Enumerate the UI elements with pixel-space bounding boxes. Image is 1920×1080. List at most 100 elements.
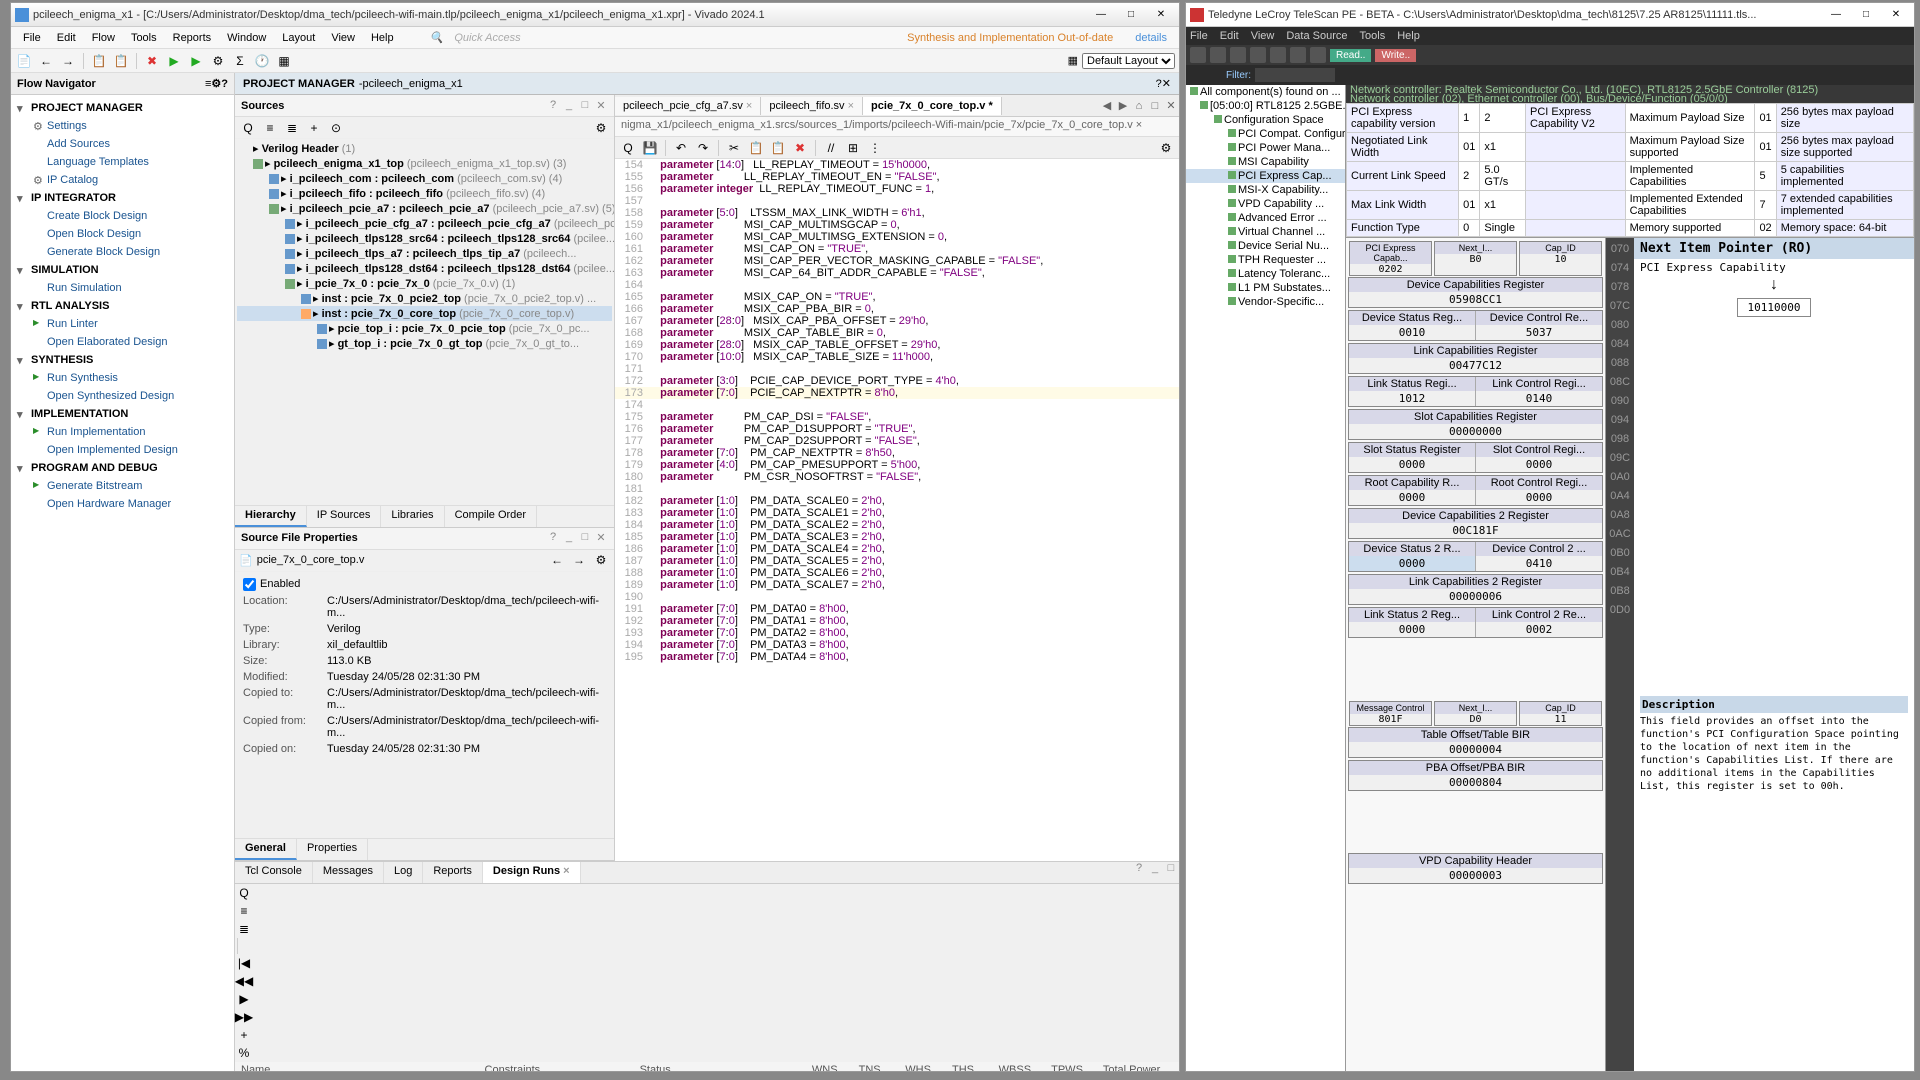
- code-line[interactable]: 171: [615, 363, 1179, 375]
- ts-tool1-icon[interactable]: [1190, 47, 1206, 63]
- code-line[interactable]: 157: [615, 195, 1179, 207]
- code-line[interactable]: 163 parameter MSI_CAP_64_BIT_ADDR_CAPABL…: [615, 267, 1179, 279]
- editor-tab[interactable]: pcie_7x_0_core_top.v *: [863, 97, 1002, 115]
- menu-edit[interactable]: Edit: [49, 30, 84, 46]
- code-line[interactable]: 164: [615, 279, 1179, 291]
- menu-layout[interactable]: Layout: [274, 30, 323, 46]
- run-filter-icon[interactable]: ≡: [235, 902, 253, 920]
- ts-tool6-icon[interactable]: [1290, 47, 1306, 63]
- flownav-item[interactable]: Run Synthesis: [11, 369, 234, 387]
- register-column[interactable]: PCI Express Capab...0202Next_I...B0Cap_I…: [1346, 238, 1606, 1071]
- flownav-item[interactable]: Generate Block Design: [11, 243, 234, 261]
- register-pair[interactable]: Device Status 2 R...0000Device Control 2…: [1348, 541, 1603, 572]
- expand-icon[interactable]: ⊙: [327, 119, 345, 137]
- ts-menu-tools[interactable]: Tools: [1360, 30, 1386, 42]
- sources-close-icon[interactable]: ✕: [594, 99, 608, 113]
- new-icon[interactable]: 📄: [15, 52, 33, 70]
- run-play-icon[interactable]: ▶: [235, 990, 253, 1008]
- ts-tree-node[interactable]: Configuration Space: [1186, 113, 1345, 127]
- ts-list-icon[interactable]: [1208, 68, 1222, 82]
- flownav-section[interactable]: RTL ANALYSIS: [11, 297, 234, 315]
- ts-tree-node[interactable]: Vendor-Specific...: [1186, 295, 1345, 309]
- run-next-icon[interactable]: ▶▶: [235, 1008, 253, 1026]
- register-cell[interactable]: Next_I...D0: [1434, 701, 1517, 726]
- register-cell[interactable]: Next_I...B0: [1434, 241, 1517, 276]
- source-node[interactable]: ▸ inst : pcie_7x_0_pcie2_top (pcie_7x_0_…: [237, 291, 612, 306]
- ts-tree-node[interactable]: Virtual Channel ...: [1186, 225, 1345, 239]
- code-line[interactable]: 175 parameter PM_CAP_DSI = "FALSE",: [615, 411, 1179, 423]
- bottom-tab[interactable]: Messages: [313, 862, 384, 883]
- source-node[interactable]: ▸ i_pcileech_tlps_a7 : pcileech_tlps_tip…: [237, 246, 612, 261]
- run-first-icon[interactable]: |◀: [235, 954, 253, 972]
- code-line[interactable]: 193 parameter [7:0] PM_DATA2 = 8'h00,: [615, 627, 1179, 639]
- ts-menu-view[interactable]: View: [1251, 30, 1275, 42]
- ts-tree-node[interactable]: [05:00:0] RTL8125 2.5GBE...: [1186, 99, 1345, 113]
- ts-tree-node[interactable]: Advanced Error ...: [1186, 211, 1345, 225]
- ts-tree-node[interactable]: MSI Capability: [1186, 155, 1345, 169]
- ts-refresh-icon[interactable]: [1310, 47, 1326, 63]
- register-cell[interactable]: PCI Express Capab...0202: [1349, 241, 1432, 276]
- ts-tree-node[interactable]: Latency Toleranc...: [1186, 267, 1345, 281]
- code-line[interactable]: 165 parameter MSIX_CAP_ON = "TRUE",: [615, 291, 1179, 303]
- ts-menu-datasource[interactable]: Data Source: [1286, 30, 1347, 42]
- flownav-section[interactable]: SIMULATION: [11, 261, 234, 279]
- code-line[interactable]: 161 parameter MSI_CAP_ON = "TRUE",: [615, 243, 1179, 255]
- code-line[interactable]: 160 parameter MSI_CAP_MULTIMSG_EXTENSION…: [615, 231, 1179, 243]
- code-line[interactable]: 194 parameter [7:0] PM_DATA3 = 8'h00,: [615, 639, 1179, 651]
- menu-view[interactable]: View: [323, 30, 363, 46]
- bottom-tab[interactable]: Reports: [423, 862, 483, 883]
- prev-icon[interactable]: ←: [548, 551, 566, 569]
- code-line[interactable]: 188 parameter [1:0] PM_DATA_SCALE6 = 2'h…: [615, 567, 1179, 579]
- flownav-gear-icon[interactable]: ⚙: [211, 77, 221, 90]
- flownav-item[interactable]: Open Hardware Manager: [11, 495, 234, 513]
- code-line[interactable]: 158 parameter [5:0] LTSSM_MAX_LINK_WIDTH…: [615, 207, 1179, 219]
- register-box[interactable]: Device Capabilities 2 Register00C181F: [1348, 508, 1603, 539]
- flownav-item[interactable]: Open Block Design: [11, 225, 234, 243]
- register-pair[interactable]: Slot Status Register0000Slot Control Reg…: [1348, 442, 1603, 473]
- menu-flow[interactable]: Flow: [84, 30, 123, 46]
- ed-close-icon[interactable]: ✕: [1163, 99, 1179, 112]
- paste-icon[interactable]: 📋: [112, 52, 130, 70]
- tab-general[interactable]: General: [235, 839, 297, 860]
- add-icon[interactable]: +: [305, 119, 323, 137]
- ts-tree-node[interactable]: TPH Requester ...: [1186, 253, 1345, 267]
- chip-icon[interactable]: ▦: [275, 52, 293, 70]
- code-line[interactable]: 167 parameter [28:0] MSIX_CAP_PBA_OFFSET…: [615, 315, 1179, 327]
- ed-save-icon[interactable]: 💾: [641, 139, 659, 157]
- code-line[interactable]: 183 parameter [1:0] PM_DATA_SCALE1 = 2'h…: [615, 507, 1179, 519]
- ts-tree-node[interactable]: VPD Capability ...: [1186, 197, 1345, 211]
- source-node[interactable]: ▸ pcie_top_i : pcie_7x_0_pcie_top (pcie_…: [237, 321, 612, 336]
- sigma-icon[interactable]: Σ: [231, 52, 249, 70]
- code-line[interactable]: 195 parameter [7:0] PM_DATA4 = 8'h00,: [615, 651, 1179, 663]
- editor-tab[interactable]: pcileech_fifo.sv ×: [761, 97, 863, 115]
- flownav-section[interactable]: IP INTEGRATOR: [11, 189, 234, 207]
- run-pct-icon[interactable]: %: [235, 1044, 253, 1062]
- enabled-checkbox[interactable]: [243, 578, 256, 591]
- code-line[interactable]: 172 parameter [3:0] PCIE_CAP_DEVICE_PORT…: [615, 375, 1179, 387]
- run-add-icon[interactable]: +: [235, 1026, 253, 1044]
- bottom-tab[interactable]: Tcl Console: [235, 862, 313, 883]
- clock-icon[interactable]: 🕐: [253, 52, 271, 70]
- code-line[interactable]: 166 parameter MSIX_CAP_PBA_BIR = 0,: [615, 303, 1179, 315]
- code-line[interactable]: 168 parameter MSIX_CAP_TABLE_BIR = 0,: [615, 327, 1179, 339]
- tab-libraries[interactable]: Libraries: [381, 506, 444, 527]
- run-icon[interactable]: ▶: [165, 52, 183, 70]
- gear-icon[interactable]: ⚙: [592, 119, 610, 137]
- read-button[interactable]: Read..: [1330, 49, 1371, 62]
- collapse-icon[interactable]: ≣: [283, 119, 301, 137]
- flownav-item[interactable]: Language Templates: [11, 153, 234, 171]
- flownav-item[interactable]: Add Sources: [11, 135, 234, 153]
- bottom-tab[interactable]: Log: [384, 862, 423, 883]
- ts-tree-icon[interactable]: [1190, 68, 1204, 82]
- source-node[interactable]: ▸ i_pcileech_com : pcileech_com (pcileec…: [237, 171, 612, 186]
- ts-tree-node[interactable]: MSI-X Capability...: [1186, 183, 1345, 197]
- code-line[interactable]: 177 parameter PM_CAP_D2SUPPORT = "FALSE"…: [615, 435, 1179, 447]
- ed-next-icon[interactable]: ▶: [1115, 99, 1131, 112]
- ts-tree-node[interactable]: PCI Power Mana...: [1186, 141, 1345, 155]
- code-line[interactable]: 156 parameter integer LL_REPLAY_TIMEOUT_…: [615, 183, 1179, 195]
- flownav-item[interactable]: Run Linter: [11, 315, 234, 333]
- source-node[interactable]: ▸ i_pcileech_pcie_cfg_a7 : pcileech_pcie…: [237, 216, 612, 231]
- code-line[interactable]: 185 parameter [1:0] PM_DATA_SCALE3 = 2'h…: [615, 531, 1179, 543]
- ed-undo-icon[interactable]: ↶: [672, 139, 690, 157]
- register-cell[interactable]: Message Control801F: [1349, 701, 1432, 726]
